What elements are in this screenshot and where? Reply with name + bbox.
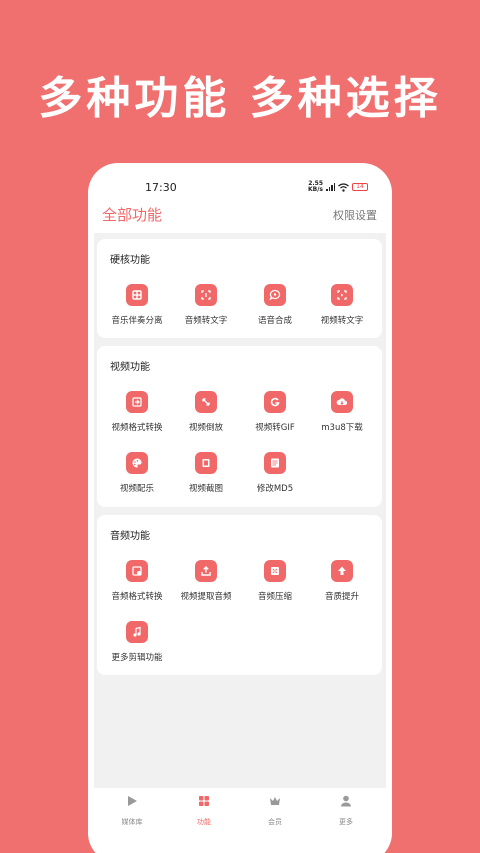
tab-more[interactable]: 更多 [316, 793, 376, 827]
app-bar: 全部功能 权限设置 [88, 203, 392, 233]
permission-settings-link[interactable]: 权限设置 [333, 207, 377, 223]
status-icons: 2.55 KB/s 14 [308, 180, 368, 194]
wifi-icon [338, 182, 349, 192]
feature-label: 音频格式转换 [111, 592, 163, 602]
feature-video-reverse[interactable]: 视频倒放 [166, 391, 246, 433]
net-speed-unit: KB/s [308, 186, 323, 193]
status-time: 17:30 [145, 181, 177, 194]
tab-label: 更多 [339, 818, 353, 826]
tab-membership[interactable]: 会员 [245, 793, 305, 827]
md5-icon [264, 452, 286, 474]
cloud-download-icon [331, 391, 353, 413]
crown-icon [270, 797, 280, 805]
section-title: 硬核功能 [110, 255, 150, 266]
gif-icon [264, 391, 286, 413]
video-to-text-icon [331, 284, 353, 306]
section-card-video: 视频功能 视频格式转换 视频倒放 视频转GIF m3u8下载 视频配乐 视频截图… [97, 346, 382, 507]
feature-audio-to-text[interactable]: 音频转文字 [166, 284, 246, 326]
feature-audio-convert[interactable]: 音频格式转换 [97, 560, 177, 602]
tab-features[interactable]: 功能 [174, 793, 234, 827]
feature-modify-md5[interactable]: 修改MD5 [235, 452, 315, 494]
feature-label: 音频转文字 [184, 316, 228, 326]
section-card-audio: 音频功能 音频格式转换 视频提取音频 音频压缩 音质提升 更多剪辑功能 [97, 515, 382, 675]
compress-icon [264, 560, 286, 582]
battery-icon: 14 [352, 183, 368, 191]
feature-more-editing[interactable]: 更多剪辑功能 [97, 621, 177, 663]
screenshot-icon [195, 452, 217, 474]
feature-label: 视频配乐 [119, 484, 154, 494]
audio-convert-icon [126, 560, 148, 582]
music-note-icon [126, 621, 148, 643]
section-card-hardcore: 硬核功能 音乐伴奏分离 音频转文字 语音合成 视频转文字 [97, 239, 382, 338]
feature-label: 音乐伴奏分离 [111, 316, 163, 326]
tab-label: 功能 [197, 818, 211, 826]
feature-label: 音质提升 [324, 592, 359, 602]
promo-headline: 多种功能 多种选择 [38, 73, 442, 124]
feature-label: 视频提取音频 [180, 592, 232, 602]
palette-icon [126, 452, 148, 474]
feature-label: 视频格式转换 [111, 423, 163, 433]
feature-video-to-text[interactable]: 视频转文字 [302, 284, 382, 326]
net-speed: 2.55 KB/s [308, 181, 323, 193]
play-icon [128, 796, 137, 806]
feature-quality-up[interactable]: 音质提升 [302, 560, 382, 602]
feature-m3u8-download[interactable]: m3u8下载 [302, 391, 382, 433]
feature-label: 视频截图 [188, 484, 223, 494]
person-icon [341, 795, 351, 807]
music-separate-icon [126, 284, 148, 306]
tab-label: 会员 [268, 818, 282, 826]
audio-to-text-icon [195, 284, 217, 306]
extract-audio-icon [195, 560, 217, 582]
video-reverse-icon [195, 391, 217, 413]
feature-list: 硬核功能 音乐伴奏分离 音频转文字 语音合成 视频转文字 视频功能 视频格式转换… [94, 233, 386, 788]
signal-icon [326, 183, 335, 191]
feature-label: m3u8下载 [321, 423, 363, 433]
feature-label: 修改MD5 [256, 484, 294, 494]
feature-video-music[interactable]: 视频配乐 [97, 452, 177, 494]
quality-up-icon [331, 560, 353, 582]
status-bar: 17:30 2.55 KB/s 14 [88, 163, 392, 207]
tab-media-library[interactable]: 媒体库 [102, 793, 162, 827]
page-title: 全部功能 [102, 206, 163, 224]
phone-frame: 17:30 2.55 KB/s 14 全部功能 权限设置 硬核功能 音乐伴奏分离… [88, 163, 392, 853]
grid-icon [199, 796, 209, 806]
feature-video-screenshot[interactable]: 视频截图 [166, 452, 246, 494]
feature-music-separate[interactable]: 音乐伴奏分离 [97, 284, 177, 326]
feature-video-convert[interactable]: 视频格式转换 [97, 391, 177, 433]
section-title: 视频功能 [110, 362, 150, 373]
feature-label: 视频倒放 [188, 423, 223, 433]
tab-label: 媒体库 [121, 818, 143, 826]
feature-extract-audio[interactable]: 视频提取音频 [166, 560, 246, 602]
speech-synthesis-icon [264, 284, 286, 306]
video-convert-icon [126, 391, 148, 413]
bottom-tab-bar: 媒体库 功能 会员 更多 [88, 790, 392, 835]
feature-label: 视频转文字 [320, 316, 364, 326]
feature-label: 更多剪辑功能 [111, 653, 163, 663]
section-title: 音频功能 [110, 531, 150, 542]
